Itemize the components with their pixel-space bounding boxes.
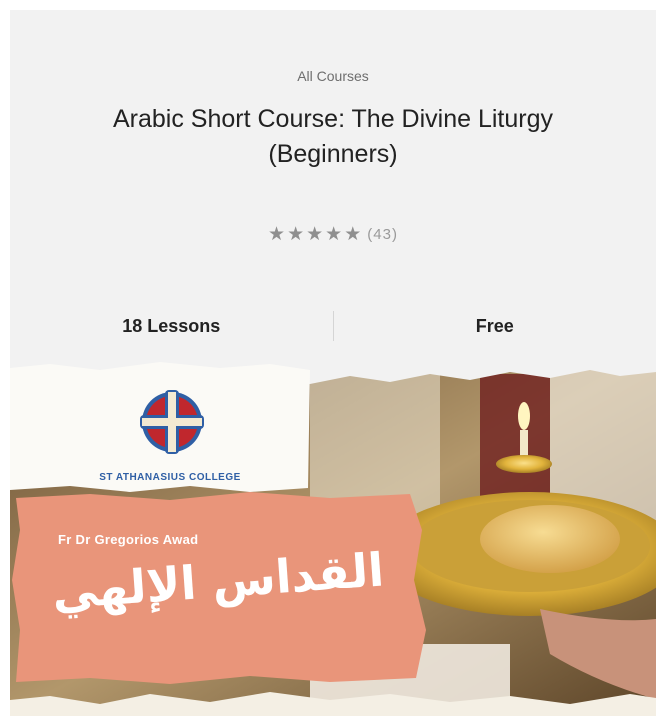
- course-meta: 18 Lessons Free: [10, 310, 656, 342]
- lessons-count: 18 Lessons: [122, 315, 221, 336]
- course-banner-image[interactable]: ST ATHANASIUS COLLEGE Fr Dr Gregorios Aw…: [10, 354, 656, 716]
- star-icon: ★: [287, 224, 305, 245]
- college-name: ST ATHANASIUS COLLEGE: [99, 472, 241, 483]
- star-icon: ★: [306, 224, 324, 245]
- presenter-name: Fr Dr Gregorios Awad: [58, 532, 199, 547]
- star-icon: ★: [268, 224, 286, 245]
- price: Free: [475, 315, 514, 336]
- star-rating: ★ ★ ★ ★ ★: [268, 225, 361, 244]
- cross-logo-icon: [140, 390, 204, 454]
- course-card[interactable]: All Courses Arabic Short Course: The Div…: [10, 10, 656, 716]
- rating: ★ ★ ★ ★ ★ (43): [10, 225, 656, 244]
- star-icon: ★: [325, 224, 343, 245]
- breadcrumb[interactable]: All Courses: [10, 68, 656, 84]
- star-icon: ★: [344, 224, 362, 245]
- torn-paper-bottom: [10, 692, 656, 716]
- rating-count: (43): [367, 226, 398, 243]
- course-title: Arabic Short Course: The Divine Liturgy …: [112, 105, 553, 168]
